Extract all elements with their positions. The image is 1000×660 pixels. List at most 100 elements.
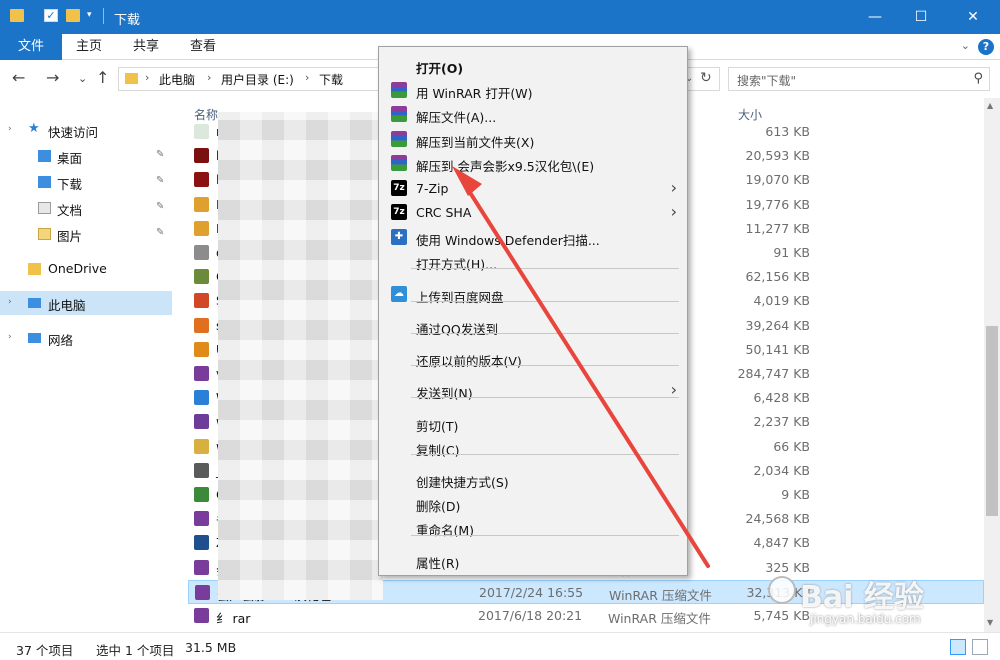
- menu-item-label: 通过QQ发送到: [416, 322, 499, 337]
- navigation-pane: › ★ 快速访问 桌面 ✎ 下载 ✎ 文档 ✎ 图片 ✎ OneDrive › …: [0, 98, 172, 632]
- pin-icon[interactable]: ✎: [156, 201, 164, 212]
- file-size: 11,277 KB: [745, 220, 810, 236]
- maximize-button[interactable]: ☐: [898, 0, 944, 34]
- minimize-button[interactable]: —: [852, 0, 898, 34]
- sidebar-item-desktop[interactable]: 桌面 ✎: [0, 144, 172, 168]
- search-input[interactable]: 搜索"下载" ⚲: [728, 67, 990, 91]
- pin-icon[interactable]: ✎: [156, 227, 164, 238]
- menu-item[interactable]: 用 WinRAR 打开(W): [379, 78, 687, 102]
- large-icons-view-button[interactable]: [972, 639, 988, 655]
- sidebar-item-onedrive[interactable]: OneDrive: [0, 257, 172, 281]
- menu-item-label: 7-Zip: [416, 181, 449, 196]
- tab-home[interactable]: 主页: [76, 34, 102, 60]
- close-button[interactable]: ✕: [950, 0, 996, 34]
- refresh-icon[interactable]: ↻: [700, 70, 712, 86]
- up-button[interactable]: ↑: [96, 68, 109, 87]
- menu-separator: [411, 397, 679, 398]
- menu-item[interactable]: 删除(D): [379, 491, 687, 515]
- menu-item[interactable]: 解压到当前文件夹(X): [379, 127, 687, 151]
- sidebar-item-network[interactable]: › 网络: [0, 326, 172, 350]
- network-icon: [28, 333, 41, 343]
- file-icon: [194, 148, 209, 164]
- sidebar-item-label: 文档: [57, 203, 83, 218]
- menu-item[interactable]: 通过QQ发送到: [379, 314, 687, 338]
- menu-separator: [411, 268, 679, 269]
- chevron-right-icon[interactable]: ›: [8, 297, 12, 307]
- star-icon: ★: [28, 121, 40, 136]
- menu-item[interactable]: 解压文件(A)...: [379, 102, 687, 126]
- cloud-icon: ☁: [391, 286, 407, 302]
- file-size: 19,776 KB: [745, 196, 810, 212]
- folder-icon[interactable]: [10, 9, 24, 22]
- menu-item[interactable]: 复制(C): [379, 435, 687, 459]
- sidebar-item-label: 此电脑: [48, 298, 86, 313]
- file-size: 39,264 KB: [745, 317, 810, 333]
- menu-item[interactable]: 属性(R): [379, 548, 687, 572]
- breadcrumb-separator[interactable]: ›: [305, 71, 309, 84]
- sidebar-item-this-pc[interactable]: › 此电脑: [0, 291, 172, 315]
- menu-item[interactable]: 7z 7-Zip ›: [379, 176, 687, 200]
- forward-button[interactable]: →: [46, 68, 59, 87]
- file-icon: [194, 269, 209, 285]
- file-icon: [194, 341, 209, 357]
- menu-separator: [411, 454, 679, 455]
- pin-icon[interactable]: ✎: [156, 175, 164, 186]
- menu-item-label: 还原以前的版本(V): [416, 354, 522, 369]
- back-button[interactable]: ←: [12, 68, 25, 87]
- title-separator: [103, 8, 104, 24]
- chevron-down-icon[interactable]: ›: [8, 124, 12, 134]
- menu-item[interactable]: 还原以前的版本(V): [379, 346, 687, 370]
- menu-item[interactable]: ☁ 上传到百度网盘: [379, 282, 687, 306]
- window-title: 下载: [114, 13, 141, 28]
- menu-item[interactable]: 打开(O): [379, 53, 687, 77]
- picture-icon: [38, 228, 51, 240]
- vertical-scrollbar[interactable]: ▲ ▼: [984, 98, 1000, 632]
- file-icon: [195, 584, 210, 600]
- winrar-icon: [391, 106, 407, 122]
- submenu-arrow-icon: ›: [670, 178, 677, 197]
- menu-item[interactable]: 创建快捷方式(S): [379, 467, 687, 491]
- sidebar-item-label: 网络: [48, 333, 74, 348]
- details-view-button[interactable]: [950, 639, 966, 655]
- chevron-right-icon[interactable]: ›: [8, 332, 12, 342]
- menu-item[interactable]: ✚ 使用 Windows Defender扫描...: [379, 225, 687, 249]
- breadcrumb-separator[interactable]: ›: [145, 71, 149, 84]
- menu-item[interactable]: 剪切(T): [379, 411, 687, 435]
- file-icon: [194, 196, 209, 212]
- pin-icon[interactable]: ✎: [156, 149, 164, 160]
- menu-item[interactable]: 解压到 会声会影x9.5汉化包\(E): [379, 151, 687, 175]
- sidebar-item-quick-access[interactable]: › ★ 快速访问: [0, 118, 172, 142]
- menu-item-label: 删除(D): [416, 499, 461, 514]
- breadcrumb-separator[interactable]: ›: [207, 71, 211, 84]
- menu-separator: [411, 365, 679, 366]
- breadcrumb-drive[interactable]: 用户目录 (E:): [221, 71, 294, 88]
- file-size: 284,747 KB: [737, 366, 810, 381]
- search-icon[interactable]: ⚲: [973, 71, 983, 86]
- quick-access-dropdown-icon[interactable]: ▾: [87, 10, 92, 20]
- file-icon: [194, 293, 209, 309]
- recent-locations-icon[interactable]: ⌄: [78, 72, 87, 85]
- file-type: WinRAR 压缩文件: [609, 587, 712, 603]
- menu-item[interactable]: 打开方式(H)...: [379, 249, 687, 273]
- tab-view[interactable]: 查看: [190, 34, 216, 60]
- menu-separator: [411, 333, 679, 334]
- sidebar-item-pictures[interactable]: 图片 ✎: [0, 222, 172, 246]
- file-size: 50,141 KB: [745, 341, 810, 357]
- properties-check-icon[interactable]: ✓: [44, 9, 58, 22]
- tab-file[interactable]: 文件: [0, 34, 62, 60]
- menu-item[interactable]: 发送到(N) ›: [379, 378, 687, 402]
- file-size: 4,847 KB: [753, 535, 810, 551]
- ribbon-expand-icon[interactable]: ⌄: [961, 39, 970, 52]
- breadcrumb-downloads[interactable]: 下载: [319, 71, 343, 88]
- menu-item-label: 解压文件(A)...: [416, 110, 497, 125]
- help-icon[interactable]: ?: [978, 39, 994, 55]
- scrollbar-thumb[interactable]: [986, 326, 998, 516]
- breadcrumb-this-pc[interactable]: 此电脑: [159, 71, 195, 88]
- scroll-up-icon[interactable]: ▲: [987, 101, 993, 110]
- sidebar-item-documents[interactable]: 文档 ✎: [0, 196, 172, 220]
- sidebar-item-downloads[interactable]: 下载 ✎: [0, 170, 172, 194]
- menu-item[interactable]: 7z CRC SHA ›: [379, 200, 687, 224]
- winrar-icon: [391, 82, 407, 98]
- tab-share[interactable]: 共享: [133, 34, 159, 60]
- new-folder-icon[interactable]: [66, 9, 80, 22]
